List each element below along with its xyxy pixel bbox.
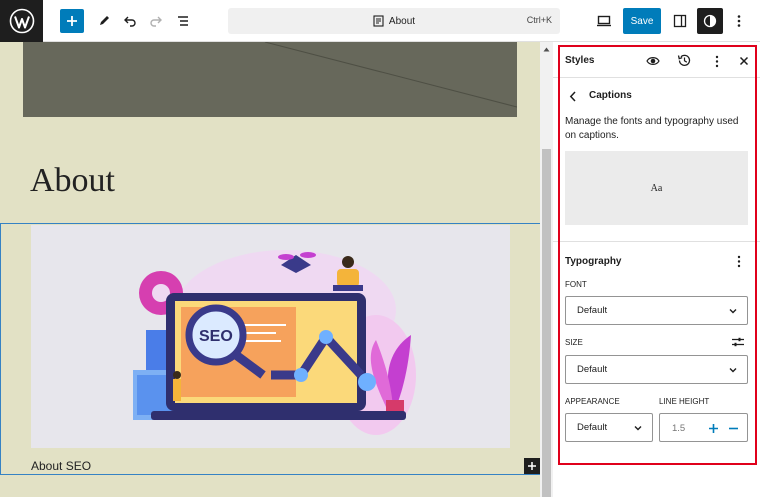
size-custom-toggle[interactable]	[730, 334, 746, 350]
divider	[553, 77, 760, 78]
revisions-icon	[677, 54, 690, 66]
more-vertical-icon	[715, 55, 719, 67]
size-select-value: Default	[577, 364, 608, 375]
divider	[553, 241, 760, 242]
font-label: FONT	[565, 280, 587, 289]
image-caption[interactable]: About SEO	[31, 459, 91, 473]
styles-button[interactable]	[697, 8, 723, 34]
style-book-button[interactable]	[645, 53, 661, 69]
chevron-left-icon	[569, 90, 576, 102]
plus-icon	[67, 16, 77, 26]
top-toolbar: About Ctrl+K Save	[0, 0, 760, 42]
pen-icon	[100, 16, 109, 25]
line-height-increment[interactable]	[705, 420, 721, 436]
preview-text: Aa	[650, 182, 663, 194]
line-height-label: LINE HEIGHT	[659, 397, 710, 406]
scroll-up-arrow[interactable]	[540, 44, 553, 54]
preview-device-button[interactable]	[592, 9, 616, 33]
size-label: SIZE	[565, 338, 583, 347]
typography-preview: Aa	[565, 151, 748, 225]
size-select[interactable]: Default	[565, 355, 748, 384]
page-icon	[373, 15, 384, 27]
sidebar-icon	[673, 14, 687, 28]
seo-illustration[interactable]: SEO	[31, 225, 510, 448]
undo-button[interactable]	[118, 9, 142, 33]
panel-description: Manage the fonts and typography used on …	[565, 116, 739, 141]
more-vertical-icon	[737, 15, 741, 27]
close-sidebar-button[interactable]	[736, 53, 752, 69]
wordpress-logo[interactable]	[0, 0, 43, 42]
eye-icon	[646, 57, 660, 65]
back-button[interactable]	[565, 88, 581, 104]
typography-options-button[interactable]	[731, 253, 747, 269]
cover-diagonal	[264, 42, 518, 108]
plus-icon	[528, 462, 536, 470]
list-view-icon	[178, 16, 188, 26]
options-button[interactable]	[727, 9, 751, 33]
panel-title: Captions	[589, 90, 632, 101]
seo-illustration-label: SEO	[199, 328, 233, 345]
page-title[interactable]: About	[30, 162, 115, 200]
typography-heading: Typography	[565, 256, 622, 267]
plus-icon	[708, 423, 718, 433]
revisions-button[interactable]	[676, 52, 692, 68]
line-height-input[interactable]: 1.5	[659, 413, 748, 442]
settings-sidebar-button[interactable]	[668, 9, 692, 33]
chevron-down-icon	[634, 426, 642, 431]
tools-button[interactable]	[92, 9, 116, 33]
font-select[interactable]: Default	[565, 296, 748, 325]
scroll-thumb[interactable]	[542, 149, 551, 497]
sliders-icon	[732, 337, 744, 347]
appearance-select-value: Default	[577, 422, 608, 433]
half-circle-icon	[703, 14, 717, 28]
document-title: About	[388, 15, 416, 27]
desktop-icon	[597, 15, 611, 27]
triangle-up-icon	[543, 47, 550, 51]
font-select-value: Default	[577, 305, 608, 316]
line-height-placeholder: 1.5	[672, 423, 686, 434]
chevron-down-icon	[729, 368, 737, 373]
appearance-select[interactable]: Default	[565, 413, 653, 442]
list-view-button[interactable]	[171, 9, 195, 33]
sidebar-options-button[interactable]	[709, 53, 725, 69]
wordpress-icon	[9, 8, 34, 34]
editor-canvas[interactable]: About SEO About SEO	[0, 42, 540, 497]
add-block-button[interactable]	[60, 9, 84, 33]
more-vertical-icon	[737, 255, 741, 267]
appearance-label: APPEARANCE	[565, 397, 620, 406]
image-block[interactable]: SEO About SEO	[0, 223, 540, 475]
sidebar-title: Styles	[565, 55, 595, 66]
line-height-decrement[interactable]	[725, 420, 741, 436]
save-button[interactable]: Save	[623, 8, 661, 34]
redo-button[interactable]	[144, 9, 168, 33]
minus-icon	[728, 427, 738, 429]
seo-illustration-graphic: SEO	[133, 250, 416, 435]
undo-icon	[124, 16, 136, 27]
canvas-scrollbar[interactable]	[540, 42, 553, 497]
command-palette-button[interactable]: About Ctrl+K	[228, 8, 560, 34]
close-icon	[739, 56, 749, 66]
chevron-down-icon	[729, 309, 737, 314]
keyboard-shortcut: Ctrl+K	[526, 15, 552, 25]
cover-block[interactable]	[23, 42, 518, 117]
redo-icon	[150, 16, 162, 27]
styles-sidebar: Styles Captions Manage the fonts and typ…	[553, 42, 760, 497]
block-inserter-button[interactable]	[524, 458, 540, 474]
